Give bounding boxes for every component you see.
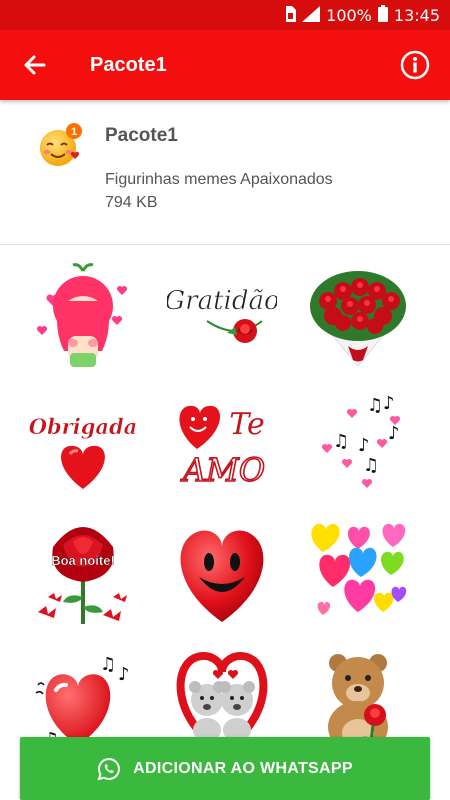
colorful-hearts-sticker[interactable] (298, 514, 418, 629)
tray-badge: 1 (71, 126, 77, 138)
pack-size: 794 KB (105, 194, 158, 211)
battery-icon (377, 5, 388, 26)
svg-text:♫: ♫ (100, 654, 116, 675)
svg-text:♫: ♫ (363, 455, 379, 476)
signal-icon (302, 5, 321, 26)
add-to-whatsapp-button[interactable]: ADICIONAR AO WHATSAPP (20, 737, 430, 800)
music-hearts-sticker[interactable]: ♫ ♪ ♫ ♪ ♫ ♪ (298, 386, 418, 501)
svg-text:♪: ♪ (383, 393, 395, 414)
app-bar: Pacote1 (0, 30, 450, 100)
add-to-whatsapp-label: ADICIONAR AO WHATSAPP (133, 759, 353, 777)
whatsapp-icon (97, 757, 121, 781)
gratidao-text: Gratidão (167, 286, 277, 316)
tray-icon: 1 (36, 122, 84, 170)
obrigada-heart-sticker[interactable]: Obrigada (23, 386, 143, 501)
pack-name: Pacote1 (105, 125, 178, 146)
rose-bouquet-sticker[interactable] (298, 258, 418, 373)
te-text: Te (229, 407, 264, 442)
boa-noite-text: Boa noite! (51, 553, 115, 568)
gratidao-sticker[interactable]: Gratidão (162, 258, 282, 373)
pack-publisher: Figurinhas memes Apaixonados (105, 171, 333, 188)
te-amo-sticker[interactable]: Te AMO (162, 386, 282, 501)
boa-noite-rose-sticker[interactable]: Boa noite! (23, 514, 143, 629)
pack-header: 1 Pacote1 Figurinhas memes Apaixonados 7… (0, 100, 450, 245)
strawberry-girl-sticker[interactable] (23, 258, 143, 373)
app-bar-title: Pacote1 (90, 54, 167, 76)
clock: 13:45 (393, 6, 440, 25)
smiling-heart-sticker[interactable] (162, 514, 282, 629)
amo-text: AMO (180, 451, 265, 489)
status-bar: 100% 13:45 (0, 0, 450, 30)
svg-text:♪: ♪ (118, 664, 130, 685)
svg-text:♫: ♫ (367, 395, 383, 416)
sticker-grid: Gratidão Obrigada Te AMO ♫ ♪ ♫ ♪ ♫ ♪ Boa… (0, 246, 450, 800)
back-arrow-icon[interactable] (20, 50, 50, 80)
battery-level: 100% (326, 6, 372, 25)
obrigada-text: Obrigada (29, 414, 138, 439)
svg-text:♪: ♪ (358, 435, 370, 456)
info-icon[interactable] (400, 50, 430, 80)
sim-icon (284, 5, 297, 26)
svg-text:♪: ♪ (388, 423, 400, 444)
svg-text:♫: ♫ (333, 431, 349, 452)
